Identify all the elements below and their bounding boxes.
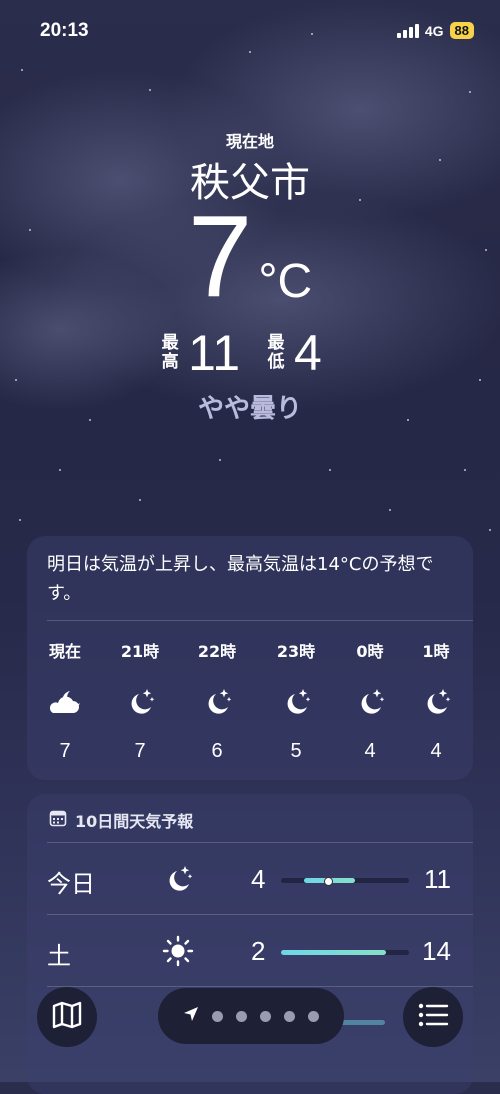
day-row-saturday[interactable]: 土 2 14 [27,916,473,986]
location-arrow-icon[interactable] [183,1006,199,1026]
battery-icon: 88 [449,22,474,39]
sun-icon [161,934,195,968]
status-indicators: 4G 88 [396,22,474,39]
current-temperature: 7 °C [0,198,500,314]
hour-temp: 6 [211,740,223,762]
weather-condition: やや曇り [197,394,302,424]
page-dot[interactable] [260,1010,271,1022]
hour-temp: 5 [290,740,302,762]
day-name: 今日 [47,870,95,898]
page-dot[interactable] [284,1010,295,1022]
divider [47,914,473,915]
hour-item: 現在 7 [35,638,95,763]
hour-temp: 4 [364,740,376,762]
hour-item: 23時 5 [266,638,326,763]
temperature-unit: °C [258,255,313,308]
ten-day-title: 10日間天気予報 [49,808,193,832]
ten-day-title-text: 10日間天気予報 [75,812,194,831]
low-label: 最低 [267,333,285,372]
divider [47,620,473,621]
map-button[interactable] [37,987,97,1047]
network-type: 4G [424,22,444,39]
moon-stars-icon [187,684,247,720]
page-dot[interactable] [212,1010,223,1022]
hour-label: 22時 [197,642,237,661]
moon-stars-icon [161,862,195,896]
moon-stars-icon [110,684,170,720]
hour-label: 1時 [422,642,450,661]
hour-label: 現在 [48,642,81,661]
temperature-value: 7 [187,191,253,321]
moon-stars-icon [266,684,326,720]
hourly-forecast-card[interactable]: 明日は気温が上昇し、最高気温は14°Cの予想です。 現在 7 21時 7 22時 [27,536,473,780]
page-indicator[interactable] [158,988,344,1044]
hour-item: 0時 4 [340,638,400,763]
current-temp-dot [324,877,334,886]
day-name: 土 [47,942,71,970]
day-high: 11 [424,864,451,894]
high-value: 11 [188,325,241,381]
calendar-icon [49,809,67,831]
map-icon [51,1000,83,1034]
partly-cloudy-night-icon [35,684,95,720]
signal-icon [396,23,419,38]
divider [47,986,473,987]
high-low: 最高 11 最低 4 [0,328,500,378]
range-fill [281,950,386,955]
day-row-today[interactable]: 今日 4 11 [27,844,473,914]
hour-label: 23時 [276,642,316,661]
location-label: 現在地 [225,132,274,151]
forecast-summary: 明日は気温が上昇し、最高気温は14°Cの予想です。 [47,554,434,604]
high-label: 最高 [161,333,179,372]
hour-label: 21時 [120,642,160,661]
list-button[interactable] [403,987,463,1047]
low-value: 4 [294,325,322,381]
ten-day-forecast-card[interactable]: 10日間天気予報 今日 4 11 土 2 14 [27,794,473,1094]
divider [47,842,473,843]
hour-item: 1時 4 [406,638,466,763]
list-icon [417,1002,449,1032]
day-high: 14 [422,936,451,966]
hour-temp: 7 [59,740,71,762]
hour-temp: 7 [134,740,146,762]
page-dot[interactable] [308,1010,319,1022]
hour-label: 0時 [356,642,384,661]
page-dot[interactable] [236,1010,247,1022]
temperature-range-bar [281,950,409,955]
day-low: 4 [251,864,266,894]
temperature-range-bar [281,877,409,886]
moon-stars-icon [406,684,466,720]
hour-item: 21時 7 [110,638,170,763]
hour-item: 22時 6 [187,638,247,763]
moon-stars-icon [340,684,400,720]
day-low: 2 [251,936,266,966]
status-time: 20:13 [40,20,89,41]
hour-temp: 4 [430,740,442,762]
